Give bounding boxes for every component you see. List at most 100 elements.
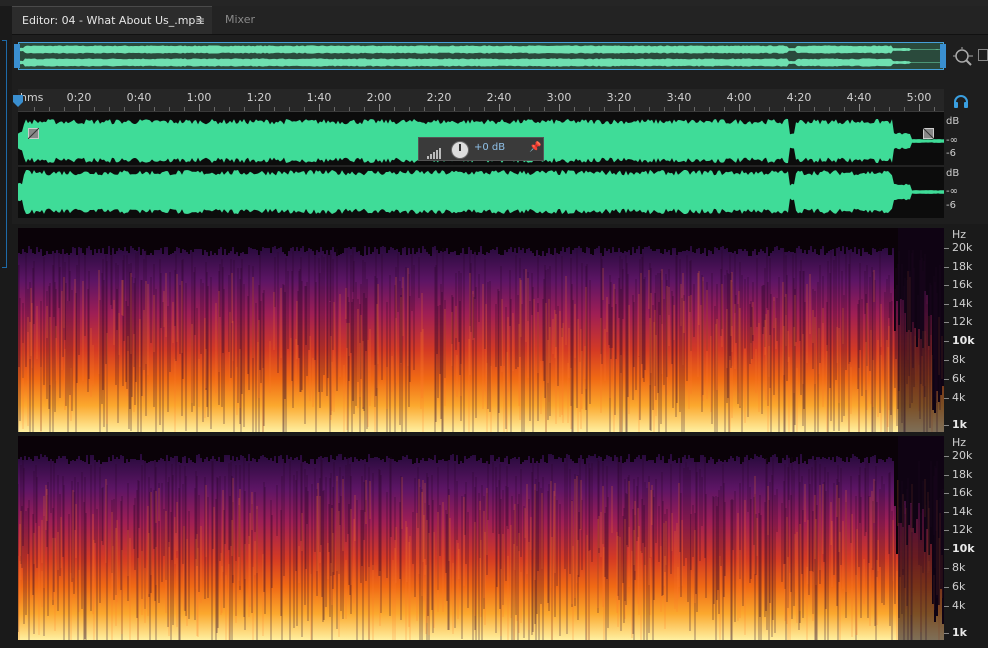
- ruler-minor-tick: [649, 107, 650, 111]
- view-divider-grip[interactable]: [505, 219, 529, 234]
- ruler-minor-tick: [574, 107, 575, 111]
- ruler-major-tick: [499, 104, 500, 111]
- ruler-minor-tick: [784, 107, 785, 111]
- ruler-minor-tick: [454, 107, 455, 111]
- ruler-minor-tick: [289, 107, 290, 111]
- ruler-tick-label: 5:00: [906, 91, 932, 104]
- hz-label: 20k: [952, 449, 973, 462]
- hz-tick: [944, 512, 949, 513]
- ruler-minor-tick: [364, 107, 365, 111]
- side-panel-icon[interactable]: [978, 49, 988, 61]
- ruler-minor-tick: [934, 107, 935, 111]
- ruler-tick-label: 2:20: [426, 91, 452, 104]
- hz-tick: [944, 530, 949, 531]
- ruler-minor-tick: [424, 107, 425, 111]
- hz-tick: [944, 398, 949, 399]
- spectral-texture-1: [18, 228, 944, 432]
- tab-editor[interactable]: Editor: 04 - What About Us_.mp3 ≡: [12, 6, 212, 34]
- db-label-top-1: dB: [946, 116, 960, 127]
- ruler-minor-tick: [64, 107, 65, 111]
- tab-mixer[interactable]: Mixer: [216, 6, 282, 34]
- hz-label: 18k: [952, 468, 973, 481]
- hz-label: 10k: [952, 334, 975, 347]
- ruler-minor-tick: [544, 107, 545, 111]
- waveform-display[interactable]: [18, 112, 944, 218]
- fade-out-handle-icon[interactable]: [922, 124, 935, 140]
- ruler-minor-tick: [889, 107, 890, 111]
- overview-navigator[interactable]: [18, 42, 944, 70]
- spectral-display-channel-2[interactable]: [18, 436, 944, 640]
- ruler-minor-tick: [109, 107, 110, 111]
- ruler-minor-tick: [124, 107, 125, 111]
- ruler-minor-tick: [409, 107, 410, 111]
- hz-label: 14k: [952, 505, 973, 518]
- ruler-minor-tick: [154, 107, 155, 111]
- hz-tick: [944, 322, 949, 323]
- overview-left-handle[interactable]: [14, 44, 20, 68]
- hz-tick: [944, 633, 949, 634]
- ruler-minor-tick: [529, 107, 530, 111]
- hz-label: 16k: [952, 278, 973, 291]
- volume-value: +0 dB: [474, 142, 506, 153]
- ruler-tick-label: 2:00: [366, 91, 392, 104]
- tab-bar: Editor: 04 - What About Us_.mp3 ≡ Mixer: [12, 6, 988, 35]
- ruler-minor-tick: [274, 107, 275, 111]
- ruler-major-tick: [679, 104, 680, 111]
- ruler-minor-tick: [724, 107, 725, 111]
- ruler-minor-tick: [244, 107, 245, 111]
- panel-menu-icon[interactable]: ≡: [195, 7, 205, 35]
- db-label-top-2: dB: [946, 168, 960, 179]
- ruler-minor-tick: [94, 107, 95, 111]
- ruler-minor-tick: [874, 107, 875, 111]
- hz-label: 4k: [952, 599, 966, 612]
- db-label-inf-2: -∞: [946, 186, 958, 197]
- zoom-icon[interactable]: [951, 46, 975, 68]
- left-panel-edge: [0, 6, 12, 648]
- hz-tick: [944, 341, 949, 342]
- ruler-tick-label: 0:40: [126, 91, 152, 104]
- ruler-minor-tick: [664, 107, 665, 111]
- ruler-minor-tick: [694, 107, 695, 111]
- ruler-minor-tick: [184, 107, 185, 111]
- hz-label: 1k: [952, 418, 967, 431]
- ruler-tick-label: 2:40: [486, 91, 512, 104]
- ruler-tick-label: 4:40: [846, 91, 872, 104]
- ruler-major-tick: [199, 104, 200, 111]
- ruler-minor-tick: [514, 107, 515, 111]
- hz-label: 6k: [952, 372, 966, 385]
- hz-tick: [944, 248, 949, 249]
- hz-tick: [944, 568, 949, 569]
- hz-tick: [944, 304, 949, 305]
- ruler-minor-tick: [829, 107, 830, 111]
- volume-knob-icon[interactable]: [451, 141, 469, 159]
- ruler-tick-label: 3:00: [546, 91, 572, 104]
- ruler-tick-label: 1:20: [246, 91, 272, 104]
- headphones-icon[interactable]: [953, 93, 969, 108]
- ruler-minor-tick: [754, 107, 755, 111]
- playhead-icon[interactable]: [12, 93, 24, 107]
- hz-label: Hz: [952, 228, 967, 241]
- volume-hud[interactable]: +0 dB 📌: [418, 137, 544, 161]
- pin-icon[interactable]: 📌: [529, 142, 541, 153]
- hz-label: 18k: [952, 260, 973, 273]
- hz-label: 12k: [952, 315, 973, 328]
- hz-tick: [944, 587, 949, 588]
- hz-label: 14k: [952, 297, 973, 310]
- ruler-minor-tick: [769, 107, 770, 111]
- ruler-minor-tick: [304, 107, 305, 111]
- ruler-minor-tick: [169, 107, 170, 111]
- spectral-display-channel-1[interactable]: [18, 228, 944, 432]
- ruler-minor-tick: [49, 107, 50, 111]
- ruler-tick-label: 3:40: [666, 91, 692, 104]
- hz-tick: [944, 360, 949, 361]
- fade-in-handle-icon[interactable]: [27, 124, 40, 140]
- ruler-minor-tick: [394, 107, 395, 111]
- time-ruler[interactable]: hms 0:20 0:40 1:00 1:20 1:40 2:00 2:20 2:40 3:00…: [18, 89, 944, 112]
- overview-right-handle[interactable]: [940, 44, 946, 68]
- ruler-tick-label: 4:00: [726, 91, 752, 104]
- ruler-major-tick: [319, 104, 320, 111]
- ruler-major-tick: [859, 104, 860, 111]
- ruler-minor-tick: [844, 107, 845, 111]
- hz-label: 1k: [952, 626, 967, 639]
- ruler-tick-label: 4:20: [786, 91, 812, 104]
